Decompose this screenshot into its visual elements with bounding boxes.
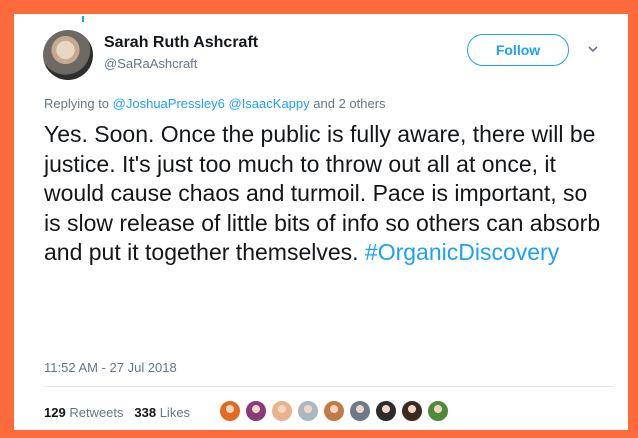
author-avatar[interactable] (43, 30, 93, 80)
tweet-text: Yes. Soon. Once the public is fully awar… (44, 120, 604, 268)
replying-prefix: Replying to (44, 96, 110, 111)
divider (44, 386, 614, 387)
liker-avatar[interactable] (349, 400, 371, 422)
thread-connector (82, 16, 84, 22)
retweet-label[interactable]: Retweets (69, 405, 123, 420)
liker-avatar[interactable] (401, 400, 423, 422)
liker-avatar[interactable] (219, 400, 241, 422)
tweet-card: Sarah Ruth Ashcraft @SaRaAshcraft Follow… (14, 14, 628, 430)
like-label[interactable]: Likes (160, 405, 190, 420)
replying-others[interactable]: and 2 others (313, 96, 385, 111)
liker-avatar[interactable] (427, 400, 449, 422)
tweet-stats: 129 Retweets 338 Likes (44, 405, 190, 420)
retweet-count[interactable]: 129 (44, 405, 66, 420)
liker-avatars (219, 400, 449, 422)
liker-avatar[interactable] (245, 400, 267, 422)
chevron-down-icon[interactable] (586, 42, 600, 56)
mention-link[interactable]: @JoshuaPressley6 (113, 96, 225, 111)
replying-to: Replying to @JoshuaPressley6 @IsaacKappy… (44, 96, 386, 111)
tweet-timestamp[interactable]: 11:52 AM - 27 Jul 2018 (44, 360, 177, 375)
author-handle[interactable]: @SaRaAshcraft (104, 56, 197, 71)
liker-avatar[interactable] (375, 400, 397, 422)
mention-link[interactable]: @IsaacKappy (229, 96, 310, 111)
liker-avatar[interactable] (297, 400, 319, 422)
liker-avatar[interactable] (271, 400, 293, 422)
hashtag-link[interactable]: #OrganicDiscovery (365, 239, 559, 265)
liker-avatar[interactable] (323, 400, 345, 422)
author-name[interactable]: Sarah Ruth Ashcraft (104, 34, 258, 52)
like-count[interactable]: 338 (134, 405, 156, 420)
follow-button[interactable]: Follow (467, 34, 569, 66)
